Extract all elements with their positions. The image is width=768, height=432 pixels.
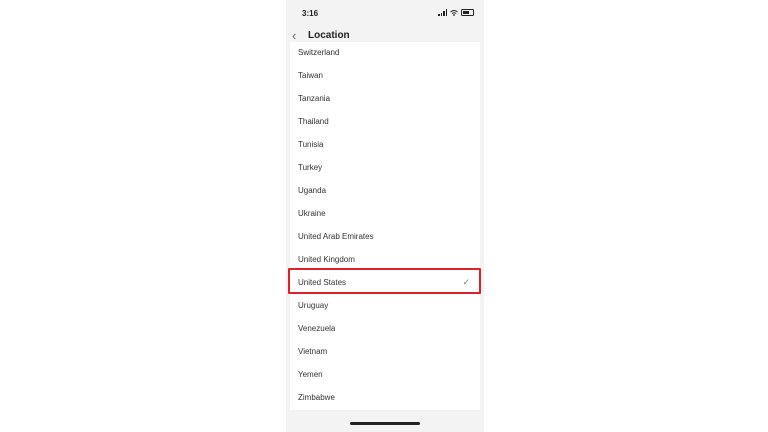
status-bar: 3:16 xyxy=(286,0,484,26)
list-item[interactable]: Venezuela xyxy=(290,318,480,341)
wifi-icon xyxy=(450,9,458,16)
country-label: Ukraine xyxy=(298,209,326,218)
list-item[interactable]: Uruguay xyxy=(290,295,480,318)
country-label: Uruguay xyxy=(298,301,329,310)
list-item[interactable]: Switzerland xyxy=(290,42,480,65)
selection-highlight-box xyxy=(288,268,481,294)
list-item[interactable]: Uganda xyxy=(290,180,480,203)
list-item[interactable]: Thailand xyxy=(290,111,480,134)
country-list[interactable]: Switzerland Taiwan Tanzania Thailand Tunisia… xyxy=(290,42,480,410)
status-icons xyxy=(438,9,474,16)
country-label: Uganda xyxy=(298,186,327,195)
country-label: Tunisia xyxy=(298,140,324,149)
signal-icon xyxy=(438,9,447,16)
page-title: Location xyxy=(308,30,350,41)
chevron-left-icon[interactable]: ‹ xyxy=(292,29,296,42)
home-indicator xyxy=(350,422,420,425)
list-item[interactable]: United Arab Emirates xyxy=(290,226,480,249)
list-item[interactable]: Ukraine xyxy=(290,203,480,226)
country-label: Vietnam xyxy=(298,347,328,356)
list-item[interactable]: Taiwan xyxy=(290,65,480,88)
list-item[interactable]: Yemen xyxy=(290,364,480,387)
country-label: Tanzania xyxy=(298,94,331,103)
list-item[interactable]: Zimbabwe xyxy=(290,387,480,410)
country-label: Yemen xyxy=(298,370,323,379)
list-item[interactable]: Turkey xyxy=(290,157,480,180)
list-item[interactable]: Tunisia xyxy=(290,134,480,157)
phone-screen: 3:16 ‹ Location Switzerland Taiwan Tanzani… xyxy=(286,0,484,432)
country-label: Venezuela xyxy=(298,324,336,333)
list-item[interactable]: Tanzania xyxy=(290,88,480,111)
list-item[interactable]: Vietnam xyxy=(290,341,480,364)
country-label: Thailand xyxy=(298,117,329,126)
country-label: Turkey xyxy=(298,163,323,172)
battery-icon xyxy=(461,9,474,16)
country-label: Switzerland xyxy=(298,48,340,57)
country-label: Zimbabwe xyxy=(298,393,335,402)
country-label: United Arab Emirates xyxy=(298,232,374,241)
country-label: United Kingdom xyxy=(298,255,355,264)
status-time: 3:16 xyxy=(302,9,319,18)
country-label: Taiwan xyxy=(298,71,323,80)
